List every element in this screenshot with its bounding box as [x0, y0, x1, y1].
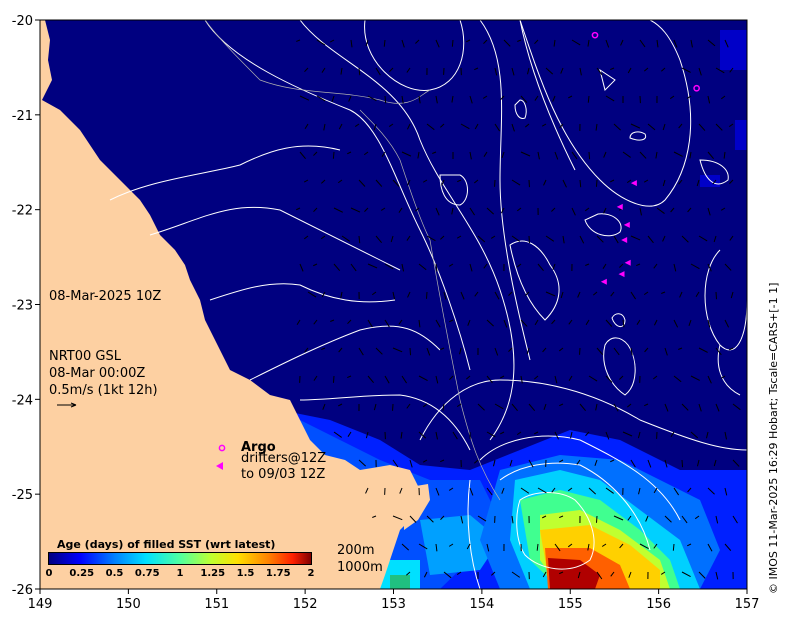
x-axis: 149 150 151 152 153 154 155 156 157 — [28, 589, 760, 612]
current-vector — [595, 515, 598, 523]
current-vector — [384, 95, 387, 104]
current-vector — [681, 459, 684, 468]
current-vector — [587, 95, 590, 103]
current-vector — [579, 179, 582, 188]
current-vector — [595, 179, 598, 187]
date-label: 08-Mar-2025 10Z — [49, 289, 162, 304]
y-tick-label: -20 — [12, 14, 33, 29]
sst-map: 149 150 151 152 153 154 155 156 157 -20 -21 -22 -23… — [12, 14, 760, 612]
x-tick-label: 152 — [293, 597, 318, 612]
current-vector — [409, 347, 412, 356]
colorbar-tick-label: 0.25 — [69, 568, 95, 579]
vector-scale-label: 0.5m/s (1kt 12h) — [49, 383, 158, 398]
x-tick-label: 157 — [735, 597, 760, 612]
colorbar-tick-label: 1.5 — [236, 568, 255, 579]
current-product-label: NRT00 GSL — [49, 349, 121, 364]
colorbar-tick-label: 2 — [307, 568, 315, 579]
y-tick-label: -22 — [12, 204, 33, 219]
current-vector — [332, 151, 335, 159]
x-tick-label: 156 — [646, 597, 671, 612]
y-tick-label: -25 — [12, 488, 33, 503]
colorbar — [48, 552, 312, 565]
current-vector — [588, 151, 591, 160]
current-vector — [672, 543, 675, 551]
y-tick-label: -24 — [12, 393, 33, 408]
isobath-1000-label: 1000m — [337, 560, 383, 575]
x-tick-label: 151 — [204, 597, 229, 612]
x-tick-label: 149 — [28, 597, 53, 612]
drifters-to-label: to 09/03 12Z — [241, 467, 326, 482]
x-tick-label: 150 — [116, 597, 141, 612]
x-tick-label: 155 — [558, 597, 583, 612]
isobath-200-label: 200m — [337, 543, 375, 558]
current-vector — [451, 39, 454, 47]
colorbar-tick-label: 1.75 — [265, 568, 291, 579]
current-vector — [332, 375, 335, 383]
credit-text: © IMOS 11-Mar-2025 16:29 Hobart; Tscale=… — [767, 282, 780, 594]
y-axis: -20 -21 -22 -23 -24 -25 -26 — [12, 14, 40, 598]
colorbar-tick-label: 1.25 — [200, 568, 226, 579]
colorbar-title: Age (days) of filled SST (wrt latest) — [57, 538, 276, 551]
colorbar-tick-label: 0.75 — [134, 568, 160, 579]
current-time-label: 08-Mar 00:00Z — [49, 366, 146, 381]
colorbar-tick-label: 0.5 — [105, 568, 124, 579]
drifters-label: drifters@12Z — [241, 451, 327, 466]
y-tick-label: -21 — [12, 109, 33, 124]
y-tick-label: -26 — [12, 583, 33, 598]
y-tick-label: -23 — [12, 299, 33, 314]
colorbar-tick-label: 0 — [45, 568, 53, 579]
x-tick-label: 154 — [469, 597, 494, 612]
colorbar-tick-label: 1 — [176, 568, 184, 579]
current-vector — [426, 291, 428, 299]
x-tick-label: 153 — [381, 597, 406, 612]
